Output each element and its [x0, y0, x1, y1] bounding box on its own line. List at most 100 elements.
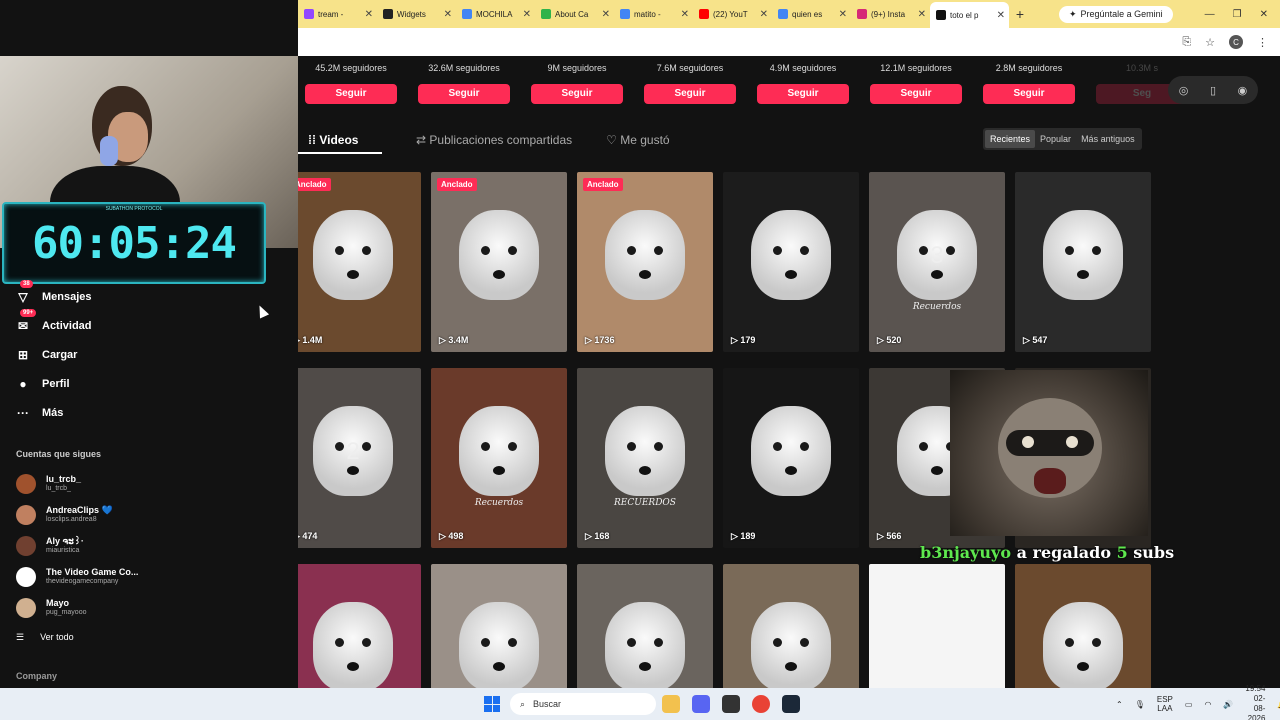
close-tab-icon[interactable]: ✕ [365, 9, 373, 20]
language-indicator[interactable]: ESP LAA [1157, 695, 1173, 713]
browser-tab[interactable]: (9+) Insta ✕ [851, 3, 930, 25]
view-count: ▷ 168 [585, 531, 609, 542]
tab-liked[interactable]: ♡ Me gustó [606, 126, 669, 154]
windows-start-icon[interactable] [484, 696, 500, 712]
sidebar-item-perfil[interactable]: ● Perfil [16, 369, 92, 398]
browser-tab[interactable]: matito - ✕ [614, 3, 693, 25]
obs-icon[interactable] [722, 695, 740, 713]
close-tab-icon[interactable]: ✕ [444, 9, 452, 20]
menu-kebab-icon[interactable]: ⋮ [1257, 36, 1268, 49]
new-tab-button[interactable]: + [1009, 6, 1031, 22]
sort-recent-button[interactable]: Recientes [985, 130, 1036, 148]
follow-button[interactable]: Seguir [531, 84, 623, 104]
compass-icon[interactable]: ◎ [1179, 84, 1189, 97]
close-tab-icon[interactable]: ✕ [681, 9, 689, 20]
phone-icon[interactable]: ▯ [1210, 84, 1216, 97]
tab-shared[interactable]: ⇄ Publicaciones compartidas [416, 126, 572, 154]
minimize-icon[interactable]: — [1205, 9, 1215, 20]
browser-tab[interactable]: About Ca ✕ [535, 3, 614, 25]
close-tab-icon[interactable]: ✕ [523, 9, 531, 20]
close-tab-icon[interactable]: ✕ [918, 9, 926, 20]
monitor-icon[interactable]: ▭ [1185, 700, 1193, 709]
tab-favicon-icon [304, 9, 314, 19]
close-tab-icon[interactable]: ✕ [760, 9, 768, 20]
browser-tab[interactable]: quien es ✕ [772, 3, 851, 25]
followed-account[interactable]: AndreaClips 💙 losclips.andrea8 [16, 499, 138, 530]
nav-icon: ⊞ [17, 347, 29, 362]
video-thumbnail[interactable]: 3 Recuerdos ▷ 520 [869, 172, 1005, 352]
video-thumbnail[interactable]: Anclado▷ 1.4M [285, 172, 421, 352]
video-thumbnail[interactable]: RECUERDOS ▷ 168 [577, 368, 713, 548]
video-thumbnail[interactable]: ▷ 189 [723, 368, 859, 548]
discord-icon[interactable] [692, 695, 710, 713]
profile-avatar[interactable]: C [1229, 35, 1243, 49]
system-tray: ⌃ 🎙 ESPLAA ▭ ◠ 🔊 19:5402-08-2026 🔔 [1116, 684, 1280, 720]
followed-account[interactable]: Mayo pug_mayooo [16, 592, 138, 623]
follower-count: 2.8M seguidores [995, 63, 1063, 73]
video-thumbnail[interactable]: Anclado ▷ 1736 [577, 172, 713, 352]
browser-tab[interactable]: toto el p ✕ [930, 2, 1009, 28]
followed-account[interactable]: lu_trcb_ lu_trcb_ [16, 468, 138, 499]
wifi-icon[interactable]: ◠ [1204, 700, 1211, 709]
restore-icon[interactable]: ❐ [1233, 9, 1242, 20]
file-explorer-icon[interactable] [662, 695, 680, 713]
gemini-button[interactable]: ✦ Pregúntale a Gemini [1059, 5, 1173, 23]
sidebar-item-más[interactable]: ··· Más [16, 398, 92, 427]
follow-button[interactable]: Seguir [870, 84, 962, 104]
follow-button[interactable]: Seguir [983, 84, 1075, 104]
play-icon: ▷ [585, 531, 595, 541]
taskbar-search[interactable]: ⌕ Buscar [510, 693, 656, 715]
video-thumbnail[interactable]: Recuerdos ▷ 498 [431, 368, 567, 548]
video-thumbnail[interactable]: 2▷ 474 [285, 368, 421, 548]
video-thumbnail[interactable]: ▷ 547 [1015, 172, 1151, 352]
follower-count: 4.9M seguidores [769, 63, 837, 73]
browser-tab[interactable]: tream - ✕ [298, 3, 377, 25]
sidebar-item-cargar[interactable]: ⊞ Cargar [16, 340, 92, 369]
chrome-icon[interactable] [752, 695, 770, 713]
user-avatar-icon[interactable]: ◉ [1238, 84, 1248, 97]
sort-oldest-button[interactable]: Más antiguos [1076, 130, 1140, 148]
chevron-up-icon[interactable]: ⌃ [1116, 700, 1123, 709]
bookmark-star-icon[interactable]: ☆ [1205, 36, 1215, 49]
video-caption: RECUERDOS [614, 498, 676, 508]
timer-caption: SUBATHON PROTOCOL [105, 206, 163, 212]
close-tab-icon[interactable]: ✕ [839, 9, 847, 20]
view-count: ▷ 189 [731, 531, 755, 542]
video-thumbnail[interactable]: Anclado ▷ 3.4M [431, 172, 567, 352]
microphone-icon[interactable]: 🎙 [1135, 700, 1145, 709]
sort-popular-button[interactable]: Popular [1035, 130, 1076, 148]
view-count-value: 189 [740, 531, 756, 541]
dog-nose [493, 270, 505, 279]
browser-tab-bar: tream - ✕ Widgets ✕ MOCHILA ✕ About Ca ✕ matito … [298, 0, 1280, 28]
repost-icon: ⇄ [416, 133, 430, 147]
tab-videos[interactable]: ⁞⁞ Videos [298, 126, 382, 154]
follow-button[interactable]: Seguir [757, 84, 849, 104]
sidebar-item-actividad[interactable]: ✉ 99+ Actividad [16, 309, 92, 340]
view-count-value: 566 [886, 531, 902, 541]
volume-icon[interactable]: 🔊 [1223, 700, 1233, 709]
clock[interactable]: 19:54 02-08-2026 [1245, 684, 1265, 720]
company-link[interactable]: Company [16, 671, 57, 681]
followed-account[interactable]: The Video Game Co... thevideogamecompany [16, 561, 138, 592]
browser-tab[interactable]: MOCHILA ✕ [456, 3, 535, 25]
video-thumbnail[interactable]: ▷ 179 [723, 172, 859, 352]
raccoon-mask [1006, 430, 1094, 456]
browser-tab[interactable]: (22) YouT ✕ [693, 3, 772, 25]
close-window-icon[interactable]: ✕ [1260, 9, 1268, 20]
follow-button[interactable]: Seguir [644, 84, 736, 104]
followed-account[interactable]: Aly ຈະ꒱· miauristica [16, 530, 138, 561]
sidebar-item-mensajes[interactable]: ▽ 38 Mensajes [16, 280, 92, 311]
see-all-button[interactable]: ☰ Ver todo [16, 625, 138, 649]
browser-tab[interactable]: Widgets ✕ [377, 3, 456, 25]
close-tab-icon[interactable]: ✕ [997, 10, 1005, 21]
steam-icon[interactable] [782, 695, 800, 713]
tab-label: matito - [634, 9, 661, 19]
install-icon[interactable]: ⎘ [1182, 36, 1191, 49]
close-tab-icon[interactable]: ✕ [602, 9, 610, 20]
follow-button[interactable]: Seguir [305, 84, 397, 104]
timer-value: 60:05:24 [32, 217, 237, 269]
follow-button[interactable]: Seguir [418, 84, 510, 104]
avatar [16, 597, 36, 618]
dog-image [605, 602, 685, 692]
view-count: ▷ 1736 [585, 335, 614, 346]
